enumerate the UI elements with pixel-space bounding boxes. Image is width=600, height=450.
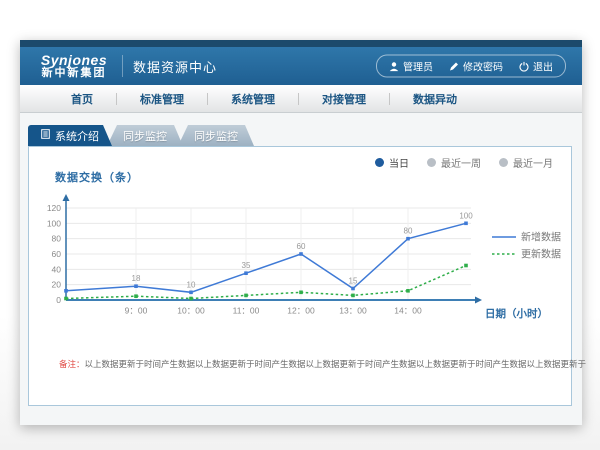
svg-text:10：00: 10：00	[177, 306, 205, 316]
user-icon	[389, 61, 399, 71]
svg-text:15: 15	[349, 277, 358, 286]
tab-label: 同步监控	[123, 128, 167, 144]
period-filter: 当日 最近一周 最近一月	[375, 155, 553, 170]
period-option-today[interactable]: 当日	[375, 155, 409, 170]
logout-label: 退出	[533, 59, 553, 74]
svg-text:9：00: 9：00	[125, 306, 148, 316]
svg-text:更新数据: 更新数据	[521, 248, 561, 261]
svg-text:60: 60	[297, 242, 306, 251]
svg-text:18: 18	[132, 274, 141, 283]
main-nav: 首页 标准管理 系统管理 对接管理 数据异动	[20, 85, 582, 113]
tab-system-intro[interactable]: 系统介绍	[28, 125, 112, 146]
app-window: Synjones 新中新集团 数据资源中心 管理员 修改密码	[20, 40, 582, 425]
y-axis-title: 数据交换（条）	[55, 169, 139, 185]
tab-bar: 系统介绍 同步监控 同步监控	[28, 125, 254, 146]
svg-text:新增数据: 新增数据	[521, 231, 561, 244]
document-icon	[41, 129, 50, 142]
footer-note-prefix: 备注：	[59, 359, 85, 369]
nav-item-standard-mgmt[interactable]: 标准管理	[117, 91, 207, 107]
user-actions-pill: 管理员 修改密码 退出	[376, 55, 566, 78]
svg-text:13：00: 13：00	[339, 306, 367, 316]
tab-sync-monitor-2[interactable]: 同步监控	[178, 125, 254, 146]
radio-dot	[427, 158, 436, 167]
svg-text:60: 60	[52, 249, 62, 259]
svg-text:11：00: 11：00	[233, 306, 260, 316]
logo-text: Synjones	[36, 53, 112, 67]
change-password-label: 修改密码	[463, 59, 503, 74]
x-axis-title: 日期（小时）	[485, 307, 548, 320]
window-top-strip	[20, 40, 582, 47]
nav-item-interface-mgmt[interactable]: 对接管理	[299, 91, 389, 107]
footer-note: 备注：以上数据更新于时间产生数据以上数据更新于时间产生数据以上数据更新于时间产生…	[59, 358, 586, 370]
tab-sync-monitor-1[interactable]: 同步监控	[107, 125, 183, 146]
svg-text:35: 35	[242, 261, 251, 270]
svg-text:20: 20	[52, 280, 62, 290]
logout-button[interactable]: 退出	[519, 59, 553, 74]
legend-item: 新增数据	[492, 231, 561, 244]
tab-label: 同步监控	[194, 128, 238, 144]
svg-text:40: 40	[52, 264, 62, 274]
edit-icon	[449, 61, 459, 71]
period-label: 当日	[389, 155, 409, 170]
svg-text:14：00: 14：00	[394, 306, 422, 316]
period-label: 最近一月	[513, 155, 553, 170]
svg-text:120: 120	[47, 203, 61, 213]
user-menu[interactable]: 管理员	[389, 59, 433, 74]
svg-text:100: 100	[47, 218, 61, 228]
company-logo: Synjones 新中新集团	[36, 53, 112, 80]
svg-text:80: 80	[52, 234, 62, 244]
radio-dot	[375, 158, 384, 167]
power-icon	[519, 61, 529, 71]
content-panel: 当日 最近一周 最近一月 数据交换（条） 0 20 40 60 80 100 120 9：00…	[28, 146, 572, 406]
nav-item-data-change[interactable]: 数据异动	[390, 91, 480, 107]
nav-item-system-mgmt[interactable]: 系统管理	[208, 91, 298, 107]
tab-label: 系统介绍	[55, 128, 99, 144]
user-label: 管理员	[403, 59, 433, 74]
page-title: 数据资源中心	[133, 57, 217, 76]
footer-note-text: 以上数据更新于时间产生数据以上数据更新于时间产生数据以上数据更新于时间产生数据以…	[85, 359, 587, 369]
period-option-last-week[interactable]: 最近一周	[427, 155, 481, 170]
period-label: 最近一周	[441, 155, 481, 170]
svg-text:0: 0	[56, 295, 61, 305]
nav-item-home[interactable]: 首页	[48, 91, 116, 107]
svg-text:100: 100	[459, 211, 473, 220]
legend-item: 更新数据	[492, 248, 561, 261]
svg-text:10: 10	[187, 280, 196, 289]
header-bar: Synjones 新中新集团 数据资源中心 管理员 修改密码	[20, 47, 582, 85]
header-divider	[122, 55, 123, 77]
radio-dot	[499, 158, 508, 167]
exchange-line-chart: 0 20 40 60 80 100 120 9：00 10：00 11：00 12：00 13：00 1…	[39, 185, 569, 337]
svg-text:80: 80	[404, 227, 413, 236]
change-password-button[interactable]: 修改密码	[449, 59, 503, 74]
period-option-last-month[interactable]: 最近一月	[499, 155, 553, 170]
logo-subtext: 新中新集团	[36, 67, 112, 80]
svg-text:12：00: 12：00	[287, 306, 315, 316]
